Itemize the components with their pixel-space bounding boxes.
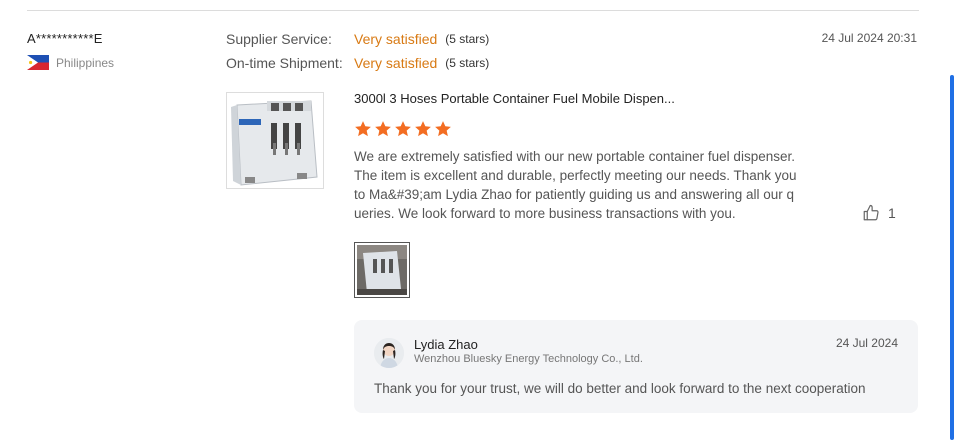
star-rating — [354, 120, 452, 138]
avatar — [374, 338, 404, 368]
seller-reply: Lydia Zhao Wenzhou Bluesky Energy Techno… — [354, 320, 918, 413]
country-label: Philippines — [56, 55, 115, 70]
star-icon — [375, 121, 391, 137]
review-text: We are extremely satisfied with our new … — [354, 149, 797, 221]
top-divider — [27, 10, 919, 11]
star-icon — [355, 121, 371, 137]
review-photo-image — [357, 245, 407, 295]
reply-author-name: Lydia Zhao — [414, 337, 478, 352]
review-date: 24 Jul 2024 20:31 — [821, 31, 917, 45]
ontime-shipment-row: On-time Shipment: Very satisfied (5 star… — [226, 55, 489, 71]
philippines-flag-icon — [27, 55, 49, 70]
supplier-service-label: Supplier Service: — [226, 31, 332, 47]
reviewer-name: A***********E — [27, 31, 103, 46]
like-count: 1 — [888, 205, 896, 221]
like-button[interactable]: 1 — [862, 204, 896, 222]
ontime-shipment-label: On-time Shipment: — [226, 55, 343, 71]
star-icon — [435, 121, 451, 137]
supplier-service-row: Supplier Service: Very satisfied (5 star… — [226, 31, 489, 47]
reviewer-country: Philippines — [27, 55, 114, 70]
page-scrollbar[interactable] — [950, 75, 954, 440]
product-thumbnail[interactable] — [226, 92, 324, 189]
supplier-service-stars: (5 stars) — [445, 32, 490, 46]
reply-company-name: Wenzhou Bluesky Energy Technology Co., L… — [414, 353, 643, 365]
star-icon — [395, 121, 411, 137]
ontime-shipment-stars: (5 stars) — [445, 56, 490, 70]
product-title-link[interactable]: 3000l 3 Hoses Portable Container Fuel Mo… — [354, 91, 675, 106]
reply-text: Thank you for your trust, we will do bet… — [374, 381, 866, 396]
ontime-shipment-value: Very satisfied — [354, 55, 438, 71]
thumbs-up-icon — [863, 204, 879, 221]
supplier-service-value: Very satisfied — [354, 31, 438, 47]
reply-date: 24 Jul 2024 — [835, 336, 898, 350]
star-icon — [415, 121, 431, 137]
fuel-dispenser-image — [227, 93, 323, 188]
review-photo-thumbnail[interactable] — [354, 242, 410, 298]
